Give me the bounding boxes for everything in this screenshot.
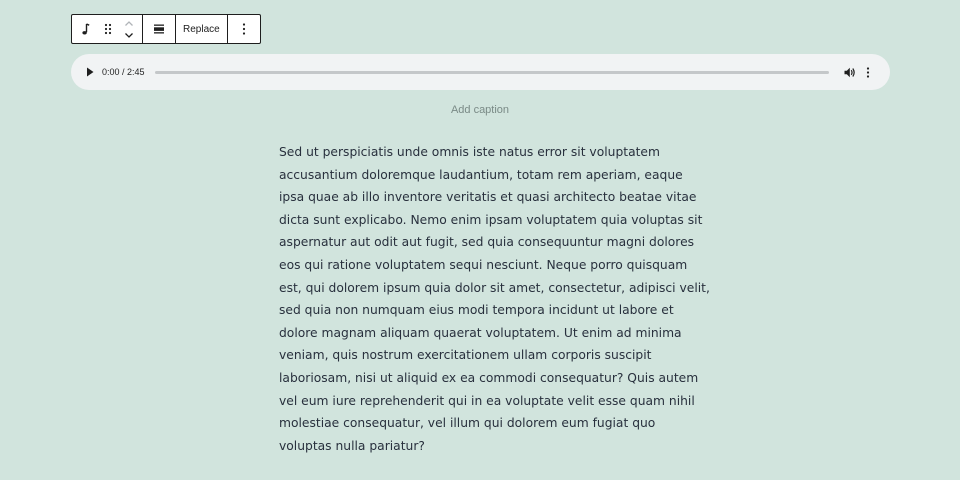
- paragraph-line: est, qui dolorem ipsum quia dolor sit am…: [279, 280, 710, 295]
- play-button[interactable]: [83, 67, 97, 77]
- paragraph-line: Sed ut perspiciatis unde omnis iste natu…: [279, 145, 660, 159]
- toolbar-more-group: [228, 15, 260, 43]
- time-display: 0:00 / 2:45: [102, 67, 145, 77]
- paragraph-line: dolore magnam aliquam quaerat voluptatem…: [279, 325, 682, 340]
- more-vertical-icon: [242, 23, 245, 35]
- music-note-icon: [82, 22, 90, 34]
- paragraph-line: dicta sunt explicabo. Nemo enim ipsam vo…: [279, 212, 703, 227]
- move-down-button[interactable]: [124, 29, 134, 41]
- caption-input[interactable]: Add caption: [0, 104, 960, 116]
- play-icon: [87, 67, 94, 77]
- paragraph-line: accusantium doloremque laudantium, totam…: [279, 167, 683, 182]
- chevron-up-icon: [125, 20, 133, 26]
- paragraph-line: vel eum iure reprehenderit qui in ea vol…: [279, 393, 695, 408]
- player-more-button[interactable]: [863, 66, 873, 78]
- paragraph-line: laboriosam, nisi ut aliquid ex ea commod…: [279, 370, 699, 385]
- align-button[interactable]: [143, 15, 175, 43]
- replace-button[interactable]: Replace: [176, 15, 227, 43]
- block-toolbar: Replace: [71, 14, 261, 44]
- progress-bar[interactable]: [154, 70, 829, 74]
- paragraph-line: sed quia non numquam eius modi tempora i…: [279, 303, 674, 318]
- toolbar-block-group: [72, 15, 143, 43]
- chevron-down-icon: [125, 32, 133, 38]
- align-icon: [154, 24, 164, 34]
- drag-handle-button[interactable]: [100, 15, 116, 43]
- audio-player: 0:00 / 2:45: [71, 54, 890, 90]
- paragraph-line: ipsa quae ab illo inventore veritatis et…: [279, 190, 697, 205]
- paragraph-line: voluptas nulla pariatur?: [279, 438, 425, 453]
- paragraph-line: eos qui ratione voluptatem sequi nesciun…: [279, 257, 688, 272]
- paragraph-block[interactable]: Sed ut perspiciatis unde omnis iste natu…: [279, 141, 710, 457]
- drag-handle-icon: [104, 23, 112, 35]
- paragraph-line: veniam, quis nostrum exercitationem ulla…: [279, 348, 652, 363]
- toolbar-replace-group: Replace: [176, 15, 228, 43]
- paragraph-line: molestiae consequatur, vel illum qui dol…: [279, 416, 656, 431]
- toolbar-align-group: [143, 15, 176, 43]
- volume-icon: [844, 67, 855, 77]
- block-movers: [116, 15, 142, 43]
- move-up-button[interactable]: [124, 17, 134, 29]
- paragraph-line: aspernatur aut odit aut fugit, sed quia …: [279, 235, 695, 250]
- block-type-button[interactable]: [72, 15, 100, 43]
- volume-button[interactable]: [843, 67, 857, 78]
- more-vertical-icon: [866, 66, 869, 78]
- more-options-button[interactable]: [228, 15, 260, 43]
